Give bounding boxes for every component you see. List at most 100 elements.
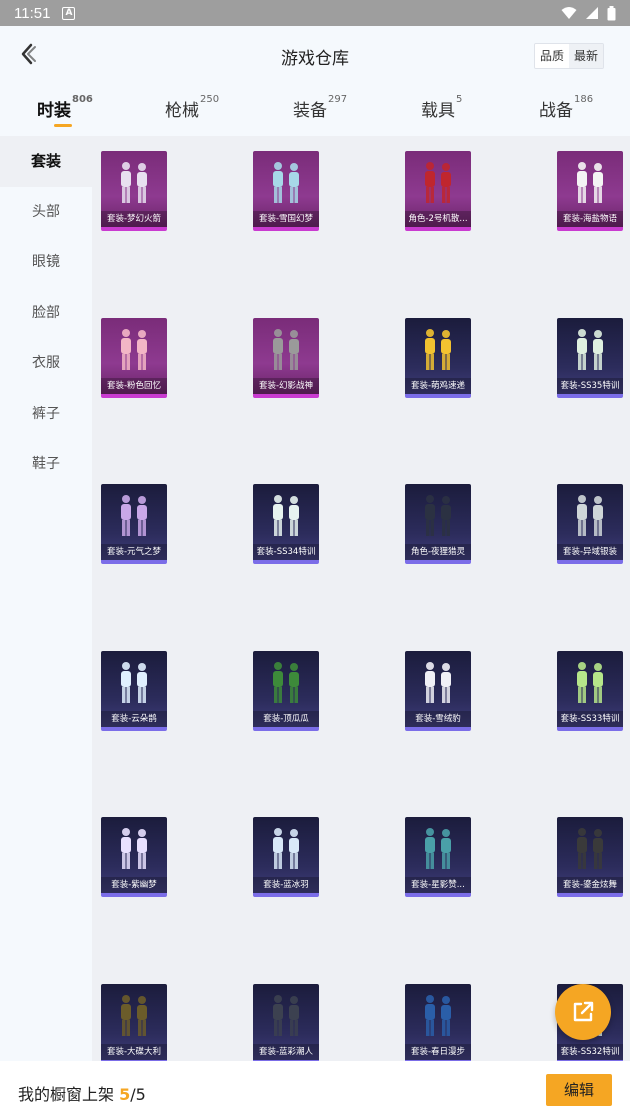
tab-fashion[interactable]: 时装806 (37, 94, 93, 127)
item-card[interactable]: 套装-蓝冰羽 (253, 817, 319, 897)
outfit-thumbnail-icon (425, 661, 451, 703)
tab-count: 250 (200, 94, 220, 105)
outfit-thumbnail-icon (425, 162, 451, 203)
sort-quality-button[interactable]: 品质 (534, 44, 569, 68)
item-card[interactable]: 套装-蓝彩潮人 (253, 983, 319, 1061)
item-name: 套装-云朵鹊 (101, 710, 167, 727)
item-name: 套装-顶瓜瓜 (253, 710, 319, 727)
tab-count: 5 (456, 94, 463, 105)
tab-label: 载具 (421, 101, 455, 121)
item-card[interactable]: 套装-顶瓜瓜 (253, 650, 319, 731)
app-header: 游戏仓库 品质 最新 (0, 26, 630, 84)
outfit-thumbnail-icon (425, 495, 451, 536)
sort-latest-button[interactable]: 最新 (568, 44, 603, 68)
showcase-current: 5 (119, 1085, 131, 1104)
item-name: 套装-蓝冰羽 (253, 877, 319, 893)
item-card[interactable]: 套装-紫幽梦 (101, 817, 167, 897)
item-card[interactable]: 套装-粉色回忆 (101, 317, 167, 398)
outfit-thumbnail-icon (121, 495, 147, 536)
item-card[interactable]: 套装-梦幻火箭 (101, 151, 167, 231)
wifi-icon (561, 7, 577, 19)
item-name: 套装-春日漫步 (405, 1043, 471, 1060)
outfit-thumbnail-icon (577, 162, 603, 203)
tab-label: 装备 (293, 101, 327, 121)
sidebar-item-shoes[interactable]: 鞋子 (0, 439, 92, 490)
showcase-total: 5 (135, 1085, 146, 1104)
tab-count: 186 (574, 94, 594, 105)
tab-label: 枪械 (165, 101, 199, 121)
outfit-thumbnail-icon (273, 162, 299, 203)
tab-vehicles[interactable]: 载具5 (421, 94, 463, 121)
tab-equipment[interactable]: 装备297 (293, 94, 347, 121)
item-name: 套装-大碟大利 (101, 1043, 167, 1060)
item-name: 套装-紫幽梦 (101, 877, 167, 893)
battery-icon (607, 5, 616, 20)
sidebar-item-glasses[interactable]: 眼镜 (0, 237, 92, 288)
item-name: 套装-鎏金炫舞 (557, 877, 623, 893)
item-card[interactable]: 套装-元气之梦 (101, 484, 167, 564)
item-card[interactable]: 套装-海盐物语 (557, 151, 623, 231)
outfit-thumbnail-icon (273, 828, 299, 869)
item-card[interactable]: 套装-春日漫步 (405, 983, 471, 1061)
item-card[interactable]: 套装-雪绒豹 (405, 650, 471, 731)
item-name: 套装-SS33特训 (557, 710, 623, 727)
item-card[interactable]: 套装-星影赞... (405, 817, 471, 897)
item-name: 套装-幻影战神 (253, 377, 319, 394)
item-card[interactable]: 套装-雪国幻梦 (253, 151, 319, 231)
tab-count: 806 (72, 94, 93, 105)
item-card[interactable]: 角色-夜狸猎灵 (405, 484, 471, 564)
tab-battle-gear[interactable]: 战备186 (539, 94, 594, 121)
edit-button[interactable]: 编辑 (546, 1074, 612, 1106)
outfit-thumbnail-icon (425, 994, 451, 1036)
item-card[interactable]: 套装-云朵鹊 (101, 650, 167, 731)
item-card[interactable]: 套装-SS35特训 (557, 317, 623, 398)
outfit-thumbnail-icon (121, 328, 147, 370)
item-name: 套装-雪国幻梦 (253, 211, 319, 227)
outfit-thumbnail-icon (577, 328, 603, 370)
outfit-thumbnail-icon (121, 162, 147, 203)
item-card[interactable]: 角色-2号机散... (405, 151, 471, 231)
item-name: 套装-雪绒豹 (405, 710, 471, 727)
item-name: 套装-星影赞... (405, 877, 471, 893)
sidebar-item-face[interactable]: 脸部 (0, 288, 92, 339)
outfit-thumbnail-icon (577, 661, 603, 703)
outfit-thumbnail-icon (273, 495, 299, 536)
item-name: 套装-粉色回忆 (101, 377, 167, 394)
outfit-thumbnail-icon (577, 828, 603, 869)
item-card[interactable]: 套装-大碟大利 (101, 983, 167, 1061)
item-name: 套装-异域银装 (557, 544, 623, 560)
item-name: 套装-海盐物语 (557, 211, 623, 227)
item-name: 套装-萌鸡速递 (405, 377, 471, 394)
outfit-thumbnail-icon (121, 994, 147, 1036)
showcase-label: 我的橱窗上架 (18, 1085, 120, 1104)
subcategory-sidebar: 套装 头部 眼镜 脸部 衣服 裤子 鞋子 (0, 136, 92, 1061)
active-tab-indicator (54, 124, 72, 127)
item-name: 套装-SS34特训 (253, 544, 319, 560)
tab-firearms[interactable]: 枪械250 (165, 94, 220, 121)
outfit-thumbnail-icon (425, 328, 451, 370)
tab-label: 时装 (37, 101, 71, 121)
item-grid: 套装-梦幻火箭 套装-雪国幻梦 角色-2号机散... 套装-海盐物语 套装-粉色回忆 套装… (92, 136, 630, 1061)
signal-icon (586, 7, 598, 19)
outfit-thumbnail-icon (425, 828, 451, 869)
showcase-bar: 我的橱窗上架 5/5 编辑 (0, 1061, 630, 1120)
item-name: 角色-夜狸猎灵 (405, 544, 471, 560)
sidebar-item-head[interactable]: 头部 (0, 187, 92, 238)
status-bar: 11:51 A (0, 0, 630, 26)
sidebar-item-clothes[interactable]: 衣服 (0, 338, 92, 389)
item-name: 套装-SS32特训 (557, 1043, 623, 1060)
item-card[interactable]: 套装-异域银装 (557, 484, 623, 564)
item-card[interactable]: 套装-幻影战神 (253, 317, 319, 398)
item-card[interactable]: 套装-SS34特训 (253, 484, 319, 564)
outfit-thumbnail-icon (273, 994, 299, 1036)
sidebar-item-pants[interactable]: 裤子 (0, 389, 92, 440)
outfit-thumbnail-icon (121, 661, 147, 703)
item-card[interactable]: 套装-萌鸡速递 (405, 317, 471, 398)
item-name: 套装-梦幻火箭 (101, 211, 167, 227)
item-card[interactable]: 套装-鎏金炫舞 (557, 817, 623, 897)
sidebar-item-suits[interactable]: 套装 (0, 136, 92, 187)
share-button[interactable] (555, 984, 611, 1040)
share-icon (573, 1001, 594, 1022)
sort-toggle: 品质 最新 (533, 43, 604, 69)
item-card[interactable]: 套装-SS33特训 (557, 650, 623, 731)
